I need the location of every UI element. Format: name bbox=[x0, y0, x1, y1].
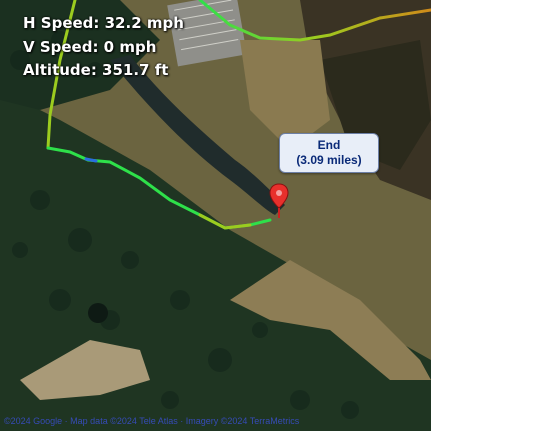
altitude-readout: Altitude: 351.7 ft bbox=[23, 61, 169, 79]
h-speed-readout: H Speed: 32.2 mph bbox=[23, 14, 184, 32]
map-attribution: ©2024 Google · Map data ©2024 Tele Atlas… bbox=[4, 416, 300, 426]
satellite-map[interactable]: End (3.09 miles) H Speed: 32.2 mph V Spe… bbox=[0, 0, 431, 431]
side-blank-pane bbox=[431, 0, 557, 431]
end-marker-pin-icon[interactable] bbox=[269, 183, 289, 219]
end-marker-distance: (3.09 miles) bbox=[296, 153, 362, 167]
end-marker-title: End bbox=[317, 138, 341, 152]
v-speed-readout: V Speed: 0 mph bbox=[23, 38, 157, 56]
end-marker-label[interactable]: End (3.09 miles) bbox=[279, 133, 379, 173]
